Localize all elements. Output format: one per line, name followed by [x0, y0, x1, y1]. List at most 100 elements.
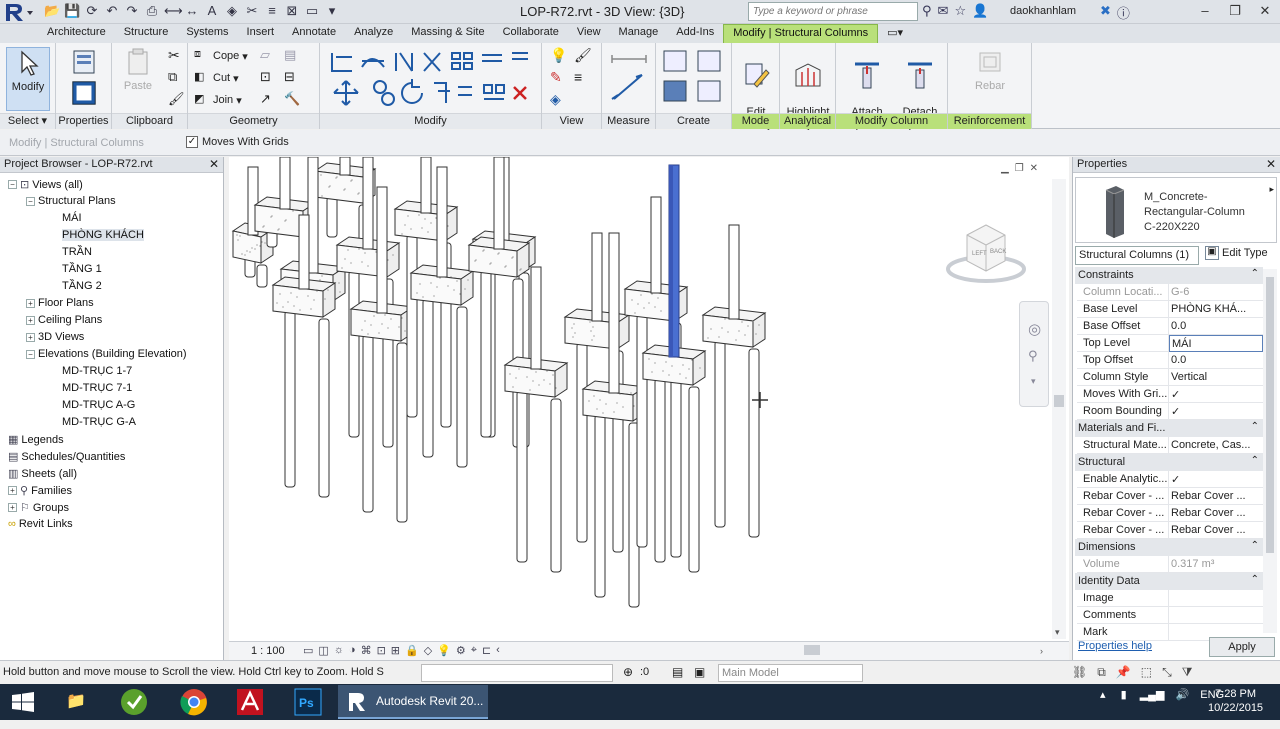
- tab-analyze[interactable]: Analyze: [345, 24, 402, 43]
- collapse-group-icon[interactable]: ⌃: [1251, 455, 1259, 466]
- file-explorer-icon[interactable]: 📁: [52, 686, 100, 718]
- property-value[interactable]: ✓: [1169, 403, 1263, 420]
- browser-item-14[interactable]: MD-TRỤC G-A: [62, 416, 136, 428]
- help-icon[interactable]: ⓘ: [1117, 3, 1130, 22]
- view-restore-icon[interactable]: ❐: [1015, 163, 1024, 174]
- redo-icon[interactable]: ↷: [124, 3, 140, 19]
- tray-expand-icon[interactable]: ▴: [1100, 689, 1106, 701]
- drag-elements-icon[interactable]: ⤡: [1162, 665, 1172, 680]
- property-value[interactable]: Rebar Cover ...: [1169, 522, 1263, 539]
- save-icon[interactable]: 💾: [64, 3, 80, 19]
- view-scale[interactable]: 1 : 100: [251, 645, 285, 657]
- edit-type-button[interactable]: ▣ Edit Type: [1205, 246, 1268, 260]
- rebar-button[interactable]: Rebar: [966, 47, 1014, 93]
- type-properties-button[interactable]: [66, 47, 102, 80]
- user-name[interactable]: daokhanhlam: [1010, 5, 1076, 17]
- tab-add-ins[interactable]: Add-Ins: [667, 24, 723, 43]
- nav-dropdown-icon[interactable]: ▾: [1031, 376, 1036, 387]
- browser-item-12[interactable]: MD-TRỤC 7-1: [62, 382, 132, 394]
- tab-insert[interactable]: Insert: [238, 24, 284, 43]
- constraints-icon[interactable]: ⊏: [482, 644, 491, 657]
- tab-structure[interactable]: Structure: [115, 24, 178, 43]
- open-icon[interactable]: 📂: [44, 3, 60, 19]
- view-minimize-icon[interactable]: ▁: [1001, 163, 1009, 174]
- modify-button[interactable]: Modify: [6, 47, 50, 111]
- favorites-star-icon[interactable]: ☆: [954, 3, 966, 19]
- revit-taskbar-button[interactable]: Autodesk Revit 20...: [338, 685, 488, 719]
- create-icons[interactable]: [660, 47, 728, 109]
- browser-item-4[interactable]: TRẦN: [62, 246, 92, 258]
- type-dropdown-icon[interactable]: ▸: [1269, 184, 1274, 195]
- view-close-icon[interactable]: ✕: [1030, 163, 1038, 174]
- select-links-icon[interactable]: ⛓: [1072, 665, 1087, 680]
- close-icon[interactable]: ✕: [209, 157, 219, 171]
- browser-item-6[interactable]: TẦNG 2: [62, 280, 102, 292]
- apply-button[interactable]: Apply: [1209, 637, 1275, 657]
- browser-item-18[interactable]: + ⚲ Families: [8, 484, 72, 497]
- lines-icon[interactable]: ≡: [574, 69, 582, 85]
- shadows-icon[interactable]: ◑: [349, 644, 356, 657]
- browser-item-10[interactable]: − Elevations (Building Elevation): [26, 348, 187, 360]
- viewcube[interactable]: LEFT BACK: [945, 215, 1027, 289]
- browser-item-20[interactable]: ∞ Revit Links: [8, 518, 73, 530]
- browser-item-1[interactable]: − Structural Plans: [26, 195, 116, 207]
- chrome-icon[interactable]: [170, 686, 218, 718]
- filter-selection-icon[interactable]: ⊕: [623, 665, 633, 679]
- close-icon[interactable]: ✕: [1266, 157, 1276, 171]
- undo-icon[interactable]: ↶: [104, 3, 120, 19]
- measure-icon[interactable]: [608, 49, 650, 105]
- browser-item-2[interactable]: MÁI: [62, 212, 82, 224]
- property-group-dimensions[interactable]: Dimensions ⌃: [1075, 539, 1263, 556]
- override-icon[interactable]: 🖌: [574, 47, 592, 64]
- property-group-structural[interactable]: Structural ⌃: [1075, 454, 1263, 471]
- browser-item-7[interactable]: + Floor Plans: [26, 297, 94, 309]
- show-crop-icon[interactable]: ⊞: [391, 644, 400, 657]
- vertical-scrollbar[interactable]: ▾: [1052, 179, 1066, 639]
- subscription-icon[interactable]: ✉: [938, 3, 949, 19]
- demolish-face-icon[interactable]: ⊟: [284, 69, 295, 85]
- filter-icon[interactable]: ⧩: [1182, 665, 1193, 680]
- properties-help-link[interactable]: Properties help: [1078, 640, 1152, 652]
- battery-icon[interactable]: ▮: [1121, 689, 1127, 701]
- tab-architecture[interactable]: Architecture: [38, 24, 115, 43]
- tab-manage[interactable]: Manage: [610, 24, 668, 43]
- property-value[interactable]: [1169, 607, 1263, 624]
- browser-item-5[interactable]: TẦNG 1: [62, 263, 102, 275]
- maximize-button[interactable]: ❐: [1220, 0, 1250, 22]
- windows-start-icon[interactable]: [12, 692, 34, 712]
- 3d-viewport[interactable]: ▁ ❐ ✕ LEFT BACK ◎ ⚲ ▾: [229, 156, 1069, 641]
- dimension-icon[interactable]: ↔: [184, 3, 200, 19]
- property-group-materials[interactable]: Materials and Fi... ⌃: [1075, 420, 1263, 437]
- property-value[interactable]: 0.0: [1169, 318, 1263, 335]
- tab-collaborate[interactable]: Collaborate: [494, 24, 568, 43]
- zoom-icon[interactable]: ⚲: [1028, 348, 1038, 364]
- expand-icon[interactable]: +: [26, 315, 35, 325]
- browser-item-11[interactable]: MD-TRỤC 1-7: [62, 365, 132, 377]
- crop-view-icon[interactable]: ⊡: [377, 644, 386, 657]
- collapse-icon[interactable]: −: [26, 196, 35, 206]
- columns-3d-scene[interactable]: [229, 156, 1069, 641]
- browser-item-3[interactable]: PHÒNG KHÁCH: [62, 229, 144, 241]
- match-properties-icon[interactable]: 🖌: [168, 91, 185, 107]
- text-icon[interactable]: A: [204, 3, 220, 19]
- expand-icon[interactable]: +: [8, 503, 17, 512]
- analytical-model-icon[interactable]: ⌖: [471, 644, 477, 657]
- scroll-left-icon[interactable]: ‹: [496, 644, 500, 657]
- property-group-constraints[interactable]: Constraints ⌃: [1075, 267, 1263, 284]
- steering-wheel-icon[interactable]: ◎: [1028, 320, 1041, 338]
- browser-item-9[interactable]: +3D Views: [26, 331, 84, 343]
- expand-icon[interactable]: +: [26, 332, 35, 342]
- category-filter-select[interactable]: Structural Columns (1): [1075, 246, 1199, 265]
- thin-lines-icon[interactable]: ≡: [264, 3, 280, 19]
- collapse-icon[interactable]: −: [8, 180, 17, 189]
- property-value[interactable]: ✓: [1169, 471, 1263, 488]
- 3d-view-icon[interactable]: ◈: [224, 3, 240, 19]
- property-value[interactable]: 0.0: [1169, 352, 1263, 369]
- expand-icon[interactable]: +: [8, 486, 17, 495]
- app-green-icon[interactable]: [110, 686, 158, 718]
- properties-scrollbar[interactable]: [1263, 269, 1277, 633]
- select-by-face-icon[interactable]: ⬚: [1141, 665, 1152, 680]
- ribbon-minimize-icon[interactable]: ▭▾: [878, 24, 912, 43]
- split-face-icon[interactable]: ▱: [260, 47, 270, 63]
- sun-path-icon[interactable]: ☼: [334, 644, 344, 657]
